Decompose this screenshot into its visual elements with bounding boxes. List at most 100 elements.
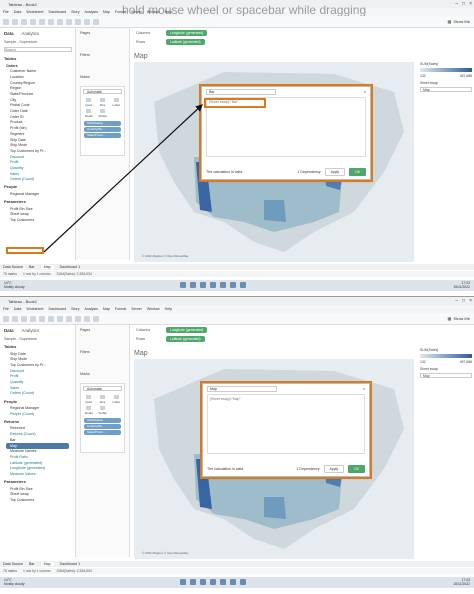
menu-help[interactable]: Help xyxy=(165,307,172,311)
redo-icon[interactable] xyxy=(21,315,27,322)
close-icon[interactable]: × xyxy=(469,298,472,304)
mark-size-button[interactable]: Size xyxy=(97,395,109,404)
legend-min: 132 xyxy=(420,360,426,364)
data-pane: DataAnalytics Sample - Superstore Tables… xyxy=(0,325,76,557)
annotation-arrow xyxy=(43,104,203,253)
tab-dashboard[interactable]: Dashboard 1 xyxy=(60,265,81,269)
windows-icon[interactable] xyxy=(180,579,186,585)
show-me-button[interactable]: ▦ Show Me xyxy=(448,316,470,321)
teams-icon[interactable] xyxy=(240,282,246,288)
taskbar: 14°C Mostly cloudy 17:03 15/11/2022 xyxy=(0,280,474,291)
param-title: Sheet swap xyxy=(420,367,438,371)
undo-icon[interactable] xyxy=(12,315,18,322)
menu-file[interactable]: File xyxy=(3,307,9,311)
color-icon xyxy=(86,395,92,399)
mark-detail-button[interactable]: Detail xyxy=(83,406,95,415)
swap-icon[interactable] xyxy=(57,315,63,322)
teams-icon[interactable] xyxy=(240,579,246,585)
view-title: Map xyxy=(134,350,148,357)
tooltip-icon xyxy=(99,406,105,410)
menu-dashboard[interactable]: Dashboard xyxy=(49,307,67,311)
marks-heading: Marks xyxy=(80,372,90,376)
map-copyright: © 2022 Mapbox © OpenStreetMap xyxy=(142,551,189,555)
minimize-icon[interactable]: – xyxy=(455,298,458,304)
cards-pane: Pages Filters Marks Automatic Color Size… xyxy=(76,325,130,557)
clock[interactable]: 17:03 15/11/2022 xyxy=(453,281,470,289)
tab-dashboard[interactable]: Dashboard 1 xyxy=(60,562,81,566)
tables-heading: Tables xyxy=(4,344,17,349)
status-bar: 78 marks 1 row by 1 column SUM(Sales): 2,3… xyxy=(0,271,474,277)
menu-bar: File Data Worksheet Dashboard Story Anal… xyxy=(0,305,474,313)
title-bar: Tableau - Book2 – □ × xyxy=(0,297,474,305)
menu-worksheet[interactable]: Worksheet xyxy=(26,307,43,311)
tab-data[interactable]: Data xyxy=(4,328,14,333)
search-icon[interactable] xyxy=(190,282,196,288)
browser-icon[interactable] xyxy=(220,579,226,585)
explorer-icon[interactable] xyxy=(210,282,216,288)
taskbar: 14°C Mostly cloudy 17:03 15/11/2022 xyxy=(0,577,474,588)
screenshot-bottom: Tableau - Book2 – □ × File Data Worksheet … xyxy=(0,297,474,594)
rows-shelf[interactable]: Rows Latitude (generated) xyxy=(130,335,474,343)
taskview-icon[interactable] xyxy=(200,579,206,585)
menu-format[interactable]: Format xyxy=(115,307,126,311)
mark-pill-state[interactable]: State/Provin... xyxy=(84,430,121,435)
sheet-swap-select[interactable]: Map xyxy=(420,373,472,378)
search-icon[interactable] xyxy=(190,579,196,585)
tab-data-source[interactable]: Data Source xyxy=(3,265,23,269)
sort-asc-icon[interactable] xyxy=(66,315,72,322)
tab-data-source[interactable]: Data Source xyxy=(3,562,23,566)
toolbar: ▦ Show Me xyxy=(0,313,474,325)
sheet-tabs: Data Source Bar Map Dashboard 1 xyxy=(0,561,474,567)
sort-desc-icon[interactable] xyxy=(75,315,81,322)
filters-card[interactable]: Filters xyxy=(76,347,129,357)
new-sheet-icon[interactable] xyxy=(48,315,54,322)
param-top-customers[interactable]: Top Customers xyxy=(0,497,75,503)
menu-analysis[interactable]: Analysis xyxy=(85,307,98,311)
weather-widget[interactable]: 14°C Mostly cloudy xyxy=(4,578,25,587)
sheet-tabs: Data Source Bar Map Dashboard 1 xyxy=(0,264,474,270)
returns-heading[interactable]: Returns xyxy=(0,417,75,426)
field-list: Ship Date Ship Mode Top Customers by Pr...… xyxy=(0,351,75,397)
new-datasource-icon[interactable] xyxy=(39,315,45,322)
size-icon xyxy=(99,395,105,399)
mark-type-select[interactable]: Automatic xyxy=(83,386,122,391)
tab-map[interactable]: Map xyxy=(40,562,54,566)
taskview-icon[interactable] xyxy=(200,282,206,288)
menu-server[interactable]: Server xyxy=(131,307,142,311)
menu-map[interactable]: Map xyxy=(103,307,110,311)
labels-icon[interactable] xyxy=(93,315,99,322)
detail-icon xyxy=(86,406,92,410)
mark-pill-sales[interactable]: SUM(Sales) xyxy=(84,418,121,423)
maximize-icon[interactable]: □ xyxy=(462,298,465,304)
mark-color-button[interactable]: Color xyxy=(83,395,95,404)
explorer-icon[interactable] xyxy=(210,579,216,585)
clock[interactable]: 17:03 15/11/2022 xyxy=(453,578,470,586)
legend-max: 457,688 xyxy=(459,360,472,364)
tab-bar[interactable]: Bar xyxy=(29,562,35,566)
pages-card[interactable]: Pages xyxy=(76,325,129,335)
menu-story[interactable]: Story xyxy=(71,307,79,311)
menu-data[interactable]: Data xyxy=(14,307,22,311)
columns-pill[interactable]: Longitude (generated) xyxy=(166,327,208,333)
mark-pill-country[interactable]: Country/Re... xyxy=(84,424,121,429)
people-heading[interactable]: People xyxy=(0,397,75,406)
shelves: Columns Longitude (generated) Rows Latitud… xyxy=(130,325,474,345)
tab-analytics[interactable]: Analytics xyxy=(22,328,40,333)
tableau-icon[interactable] xyxy=(230,282,236,288)
browser-icon[interactable] xyxy=(220,282,226,288)
weather-widget[interactable]: 14°C Mostly cloudy xyxy=(4,281,25,290)
rows-pill[interactable]: Latitude (generated) xyxy=(166,336,205,342)
mark-tooltip-button[interactable]: Tooltip xyxy=(97,406,109,415)
tab-bar[interactable]: Bar xyxy=(29,265,35,269)
columns-shelf[interactable]: Columns Longitude (generated) xyxy=(130,326,474,334)
highlight-icon[interactable] xyxy=(84,315,90,322)
mark-label-button[interactable]: Label xyxy=(110,395,122,404)
tableau-icon[interactable] xyxy=(230,579,236,585)
tableau-logo-icon[interactable] xyxy=(3,315,9,322)
save-icon[interactable] xyxy=(30,315,36,322)
windows-icon[interactable] xyxy=(180,282,186,288)
tab-map[interactable]: Map xyxy=(40,265,54,269)
menu-window[interactable]: Window xyxy=(147,307,160,311)
screenshot-top: Tableau - Book2 – □ × File Data Worksheet … xyxy=(0,0,474,297)
status-bar: 78 marks 1 row by 1 column SUM(Sales): 2,3… xyxy=(0,568,474,574)
